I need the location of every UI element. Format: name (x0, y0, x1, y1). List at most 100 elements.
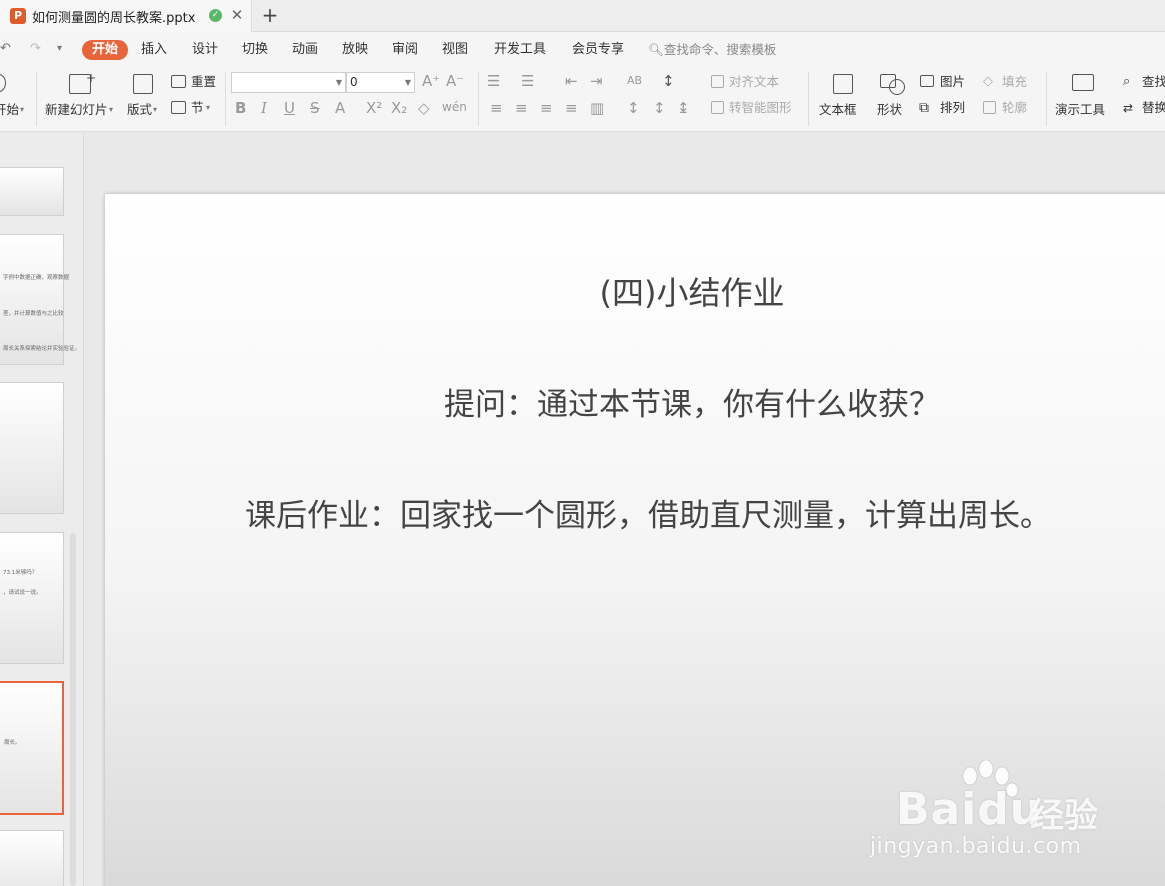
start-show-button[interactable]: 开始 (0, 102, 19, 118)
layout-button[interactable]: 版式 (127, 102, 152, 118)
thumbnail-scrollbar[interactable] (70, 533, 76, 886)
slide-thumbnail-panel[interactable]: 字例中数据正确，观察数据 差，并计算数值与之比较 周长关系探索结论并实验验证。 … (0, 133, 84, 886)
fill-button[interactable]: 填充 (1002, 74, 1027, 90)
align-right-icon[interactable]: ≡ (540, 99, 553, 117)
ribbon-separator (1046, 72, 1047, 126)
start-show-icon (0, 74, 6, 92)
tab-review[interactable]: 审阅 (392, 40, 418, 60)
ribbon-toolbar: 开始 ▾ + 新建幻灯片 ▾ 版式 ▾ 重置 节 ▾ ▼ 0 ▼ A⁺ A⁻ B… (0, 66, 1165, 132)
title-tab-bar: P 如何测量圆的周长教案.pptx ✓ ✕ + (0, 0, 1165, 32)
undo-icon[interactable]: ↶ (0, 41, 11, 56)
presentation-tools-button[interactable]: 演示工具 (1055, 102, 1105, 118)
underline-icon[interactable]: U (284, 99, 295, 117)
new-slide-button[interactable]: 新建幻灯片 (45, 102, 108, 118)
smart-shape-icon (711, 101, 724, 114)
sort-icon[interactable]: ↕ (662, 72, 675, 90)
find-button[interactable]: 查找 (1142, 74, 1165, 90)
tab-slideshow[interactable]: 放映 (342, 40, 368, 60)
thumbnail-text: 周长关系探索结论并实验验证。 (3, 346, 81, 352)
arrange-button[interactable]: 排列 (940, 100, 965, 116)
phonetic-guide-icon[interactable]: wén (442, 98, 467, 116)
section-icon (171, 101, 186, 114)
layout-dropdown-icon[interactable]: ▾ (153, 102, 157, 118)
picture-button[interactable]: 图片 (940, 74, 965, 90)
font-size-combo[interactable]: 0 ▼ (346, 72, 415, 93)
slide-thumbnail[interactable] (0, 830, 64, 886)
increase-indent-icon[interactable]: ⇥ (590, 72, 603, 90)
section-dropdown-icon[interactable]: ▾ (206, 100, 210, 116)
smart-shape-button[interactable]: 转智能图形 (729, 100, 792, 116)
quick-access-dropdown-icon[interactable]: ▾ (57, 43, 62, 54)
tab-insert[interactable]: 插入 (141, 40, 167, 60)
tab-view[interactable]: 视图 (442, 40, 468, 60)
font-size-value: 0 (350, 75, 358, 89)
line-spacing-icon[interactable]: ↕ (627, 99, 640, 117)
thumbnail-text: 字例中数据正确，观察数据 (3, 275, 70, 281)
superscript-icon[interactable]: X² (366, 99, 382, 117)
tab-animation[interactable]: 动画 (292, 40, 318, 60)
subscript-icon[interactable]: X₂ (391, 99, 407, 117)
align-text-icon (711, 75, 724, 88)
bullet-list-icon[interactable]: ☰ (487, 72, 500, 90)
replace-icon: ⇄ (1123, 101, 1134, 115)
font-name-combo[interactable]: ▼ (231, 72, 346, 93)
slide-title[interactable]: (四)小结作业 (105, 268, 1165, 314)
slide-question-text[interactable]: 提问：通过本节课，你有什么收获？ (105, 379, 1165, 424)
shape-circle-icon (889, 79, 905, 95)
watermark-brand-cn: 经验 (1030, 796, 1098, 836)
presentation-app-icon: P (10, 8, 26, 24)
distribute-icon[interactable]: ▥ (590, 99, 604, 117)
new-slide-dropdown-icon[interactable]: ▾ (109, 102, 113, 118)
replace-button[interactable]: 替换 (1142, 100, 1165, 116)
decrease-indent-icon[interactable]: ⇤ (565, 72, 578, 90)
text-box-button[interactable]: 文本框 (819, 102, 857, 118)
watermark-brand: Baidu (896, 784, 1043, 835)
slide-thumbnail-selected[interactable]: 周长。 (0, 681, 64, 815)
close-tab-icon[interactable]: ✕ (228, 6, 246, 24)
saved-check-icon: ✓ (209, 9, 222, 22)
presentation-tools-icon (1072, 74, 1094, 91)
layout-icon (133, 74, 153, 94)
slide-thumbnail[interactable] (0, 382, 64, 514)
ribbon-separator (478, 72, 479, 126)
slide-thumbnail[interactable]: 73.1米够吗？ ，请试说一说。 (0, 532, 64, 664)
fill-icon: ◇ (983, 74, 993, 89)
spacing-options-icon[interactable]: ↨ (677, 99, 690, 117)
shape-button[interactable]: 形状 (877, 102, 902, 118)
justify-icon[interactable]: ≡ (565, 99, 578, 117)
section-button[interactable]: 节 (191, 100, 204, 116)
font-color-icon[interactable]: A (335, 99, 345, 117)
slide-homework-text[interactable]: 课后作业：回家找一个圆形，借助直尺测量，计算出周长。 (245, 490, 1051, 535)
tab-start[interactable]: 开始 (82, 40, 129, 60)
command-search[interactable]: 🔍︎查找命令、搜索模板 (648, 40, 776, 60)
tab-developer[interactable]: 开发工具 (494, 40, 546, 60)
text-box-icon (833, 74, 853, 94)
numbered-list-icon[interactable]: ☰ (521, 72, 534, 90)
text-direction-icon[interactable]: AB (627, 72, 642, 90)
redo-icon[interactable]: ↷ (30, 41, 41, 56)
align-left-icon[interactable]: ≡ (490, 99, 503, 117)
decrease-font-icon[interactable]: A⁻ (446, 72, 464, 90)
slide-thumbnail[interactable]: 字例中数据正确，观察数据 差，并计算数值与之比较 周长关系探索结论并实验验证。 (0, 234, 80, 365)
clear-format-icon[interactable]: ◇ (418, 99, 430, 117)
reset-button[interactable]: 重置 (191, 74, 216, 90)
tab-member[interactable]: 会员专享 (572, 40, 624, 60)
paragraph-spacing-icon[interactable]: ↕ (653, 99, 666, 117)
increase-font-icon[interactable]: A⁺ (422, 72, 440, 90)
new-tab-button[interactable]: + (258, 4, 282, 28)
slide-thumbnail[interactable] (0, 167, 64, 216)
align-text-button[interactable]: 对齐文本 (729, 74, 779, 90)
reset-icon (171, 75, 186, 88)
outline-button[interactable]: 轮廓 (1002, 100, 1027, 116)
start-show-dropdown-icon[interactable]: ▾ (20, 102, 24, 118)
tab-design[interactable]: 设计 (192, 40, 218, 60)
outline-icon (983, 101, 996, 114)
italic-icon[interactable]: I (261, 99, 267, 117)
strikethrough-icon[interactable]: S (310, 99, 320, 117)
bold-icon[interactable]: B (235, 99, 246, 117)
document-tab[interactable]: P 如何测量圆的周长教案.pptx ✓ ✕ (0, 0, 252, 32)
tab-transition[interactable]: 切换 (242, 40, 268, 60)
align-center-icon[interactable]: ≡ (515, 99, 528, 117)
search-icon: 🔍︎ (648, 42, 664, 57)
new-slide-plus-icon: + (86, 71, 97, 85)
